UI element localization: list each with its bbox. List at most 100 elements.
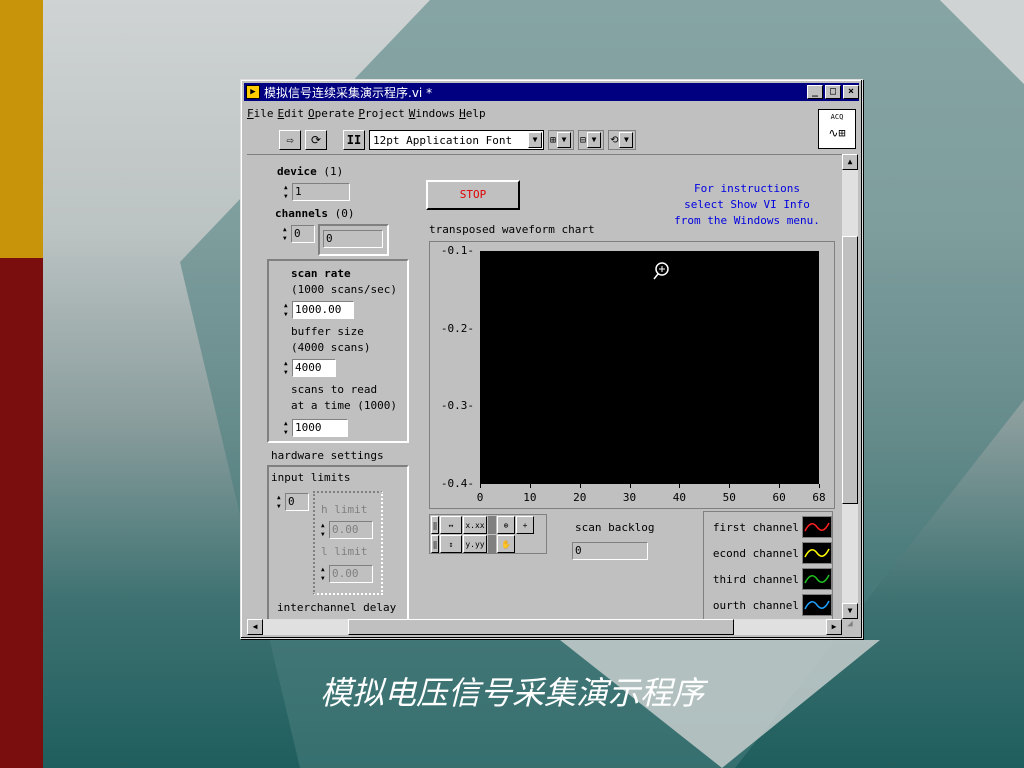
minimize-button[interactable]: _	[807, 85, 823, 99]
low-limit-input[interactable]: 0.00	[329, 565, 373, 583]
device-label: device (1)	[277, 165, 344, 178]
window-title: 模拟信号连续采集演示程序.vi *	[264, 85, 433, 100]
device-input[interactable]: 1	[292, 183, 350, 201]
zoom-cursor-icon	[653, 262, 669, 280]
instructions-text: For instructions select Show VI Info from …	[674, 182, 820, 227]
buffer-size-hint: (4000 scans)	[291, 341, 371, 354]
increment-decrement-icon[interactable]: ▲ ▼	[284, 359, 292, 377]
channels-index-control[interactable]: ▲ ▼ 0	[283, 225, 315, 243]
low-limit-control[interactable]: ▲ ▼ 0.00	[321, 565, 373, 583]
device-control[interactable]: ▲ ▼ 1	[284, 183, 350, 201]
increment-decrement-icon[interactable]: ▲ ▼	[284, 419, 292, 437]
reorder-icon: ⟲	[610, 134, 619, 146]
scan-rate-input[interactable]: 1000.00	[292, 301, 354, 319]
scroll-right-icon[interactable]: ▶	[826, 619, 842, 635]
increment-decrement-icon[interactable]: ▲ ▼	[284, 301, 292, 319]
menu-bar: File Edit Operate Project Windows Help	[247, 107, 486, 123]
vertical-scroll-thumb[interactable]	[842, 236, 858, 504]
labview-vi-icon: ▶	[246, 85, 260, 99]
x-scale-lock-icon[interactable]: ‖	[431, 516, 439, 534]
vi-icon-label: ACQ	[830, 113, 844, 121]
buffer-size-input[interactable]: 4000	[292, 359, 336, 377]
increment-decrement-icon[interactable]: ▲ ▼	[283, 225, 291, 243]
title-bar[interactable]: ▶ 模拟信号连续采集演示程序.vi * _ □ ×	[244, 83, 859, 101]
menu-project[interactable]: Project	[358, 107, 404, 123]
x-tick-mark	[629, 484, 631, 488]
x-tick-label: 20	[573, 491, 587, 504]
pan-hand-icon[interactable]: ✋	[497, 535, 515, 553]
high-limit-input[interactable]: 0.00	[329, 521, 373, 539]
palette-divider	[488, 516, 496, 534]
increment-decrement-icon[interactable]: ▲ ▼	[277, 493, 285, 511]
menu-operate[interactable]: Operate	[308, 107, 354, 123]
vi-connector-icon[interactable]: ACQ ∿⊞	[818, 109, 856, 149]
stop-button[interactable]: STOP	[426, 180, 520, 210]
run-arrow-icon[interactable]: ⇨	[279, 130, 301, 150]
menu-edit[interactable]: Edit	[278, 107, 305, 123]
legend-entry[interactable]: econd channel	[704, 540, 832, 566]
high-limit-control[interactable]: ▲ ▼ 0.00	[321, 521, 373, 539]
align-objects-dropdown[interactable]: ⊞ ▼	[548, 130, 575, 150]
input-limits-index[interactable]: ▲ ▼ 0	[277, 493, 309, 511]
y-scale-lock-icon[interactable]: ‖	[431, 535, 439, 553]
scans-to-read-control[interactable]: ▲ ▼ 1000	[284, 419, 348, 437]
y-tick-label: -0.2-	[440, 321, 474, 335]
resize-grip-icon[interactable]: ◢	[842, 619, 858, 635]
increment-decrement-icon[interactable]: ▲ ▼	[321, 565, 329, 583]
y-format-icon[interactable]: y.yy	[463, 535, 487, 553]
scroll-up-icon[interactable]: ▲	[842, 154, 858, 170]
y-tick-label: -0.3-	[440, 399, 474, 413]
x-tick-mark	[480, 484, 481, 488]
scans-to-read-input[interactable]: 1000	[292, 419, 348, 437]
distribute-objects-dropdown[interactable]: ⊟ ▼	[578, 130, 605, 150]
legend-line-sample	[802, 516, 832, 538]
input-limits-index-input[interactable]: 0	[285, 493, 309, 511]
buffer-size-control[interactable]: ▲ ▼ 4000	[284, 359, 336, 377]
legend-entry[interactable]: ourth channel	[704, 592, 832, 618]
legend-line-sample	[802, 542, 832, 564]
palette-empty	[516, 535, 534, 553]
scan-rate-label: scan rate	[291, 267, 351, 280]
low-limit-label: l limit	[321, 545, 368, 558]
scan-rate-control[interactable]: ▲ ▼ 1000.00	[284, 301, 354, 319]
close-button[interactable]: ×	[843, 85, 859, 99]
menu-windows[interactable]: Windows	[409, 107, 455, 123]
chevron-down-icon: ▼	[619, 132, 634, 148]
y-autoscale-icon[interactable]: ↕	[440, 535, 462, 553]
maximize-button[interactable]: □	[825, 85, 841, 99]
continuous-run-icon[interactable]: ⟳	[305, 130, 327, 150]
plot-area[interactable]	[480, 251, 819, 484]
legend-entry[interactable]: first channel	[704, 514, 832, 540]
reorder-dropdown[interactable]: ⟲ ▼	[608, 130, 637, 150]
x-tick-mark	[819, 484, 820, 488]
channels-input[interactable]: 0	[323, 230, 383, 248]
front-panel: device (1) ▲ ▼ 1 channels (0) ▲ ▼ 0 0 scan…	[247, 154, 842, 619]
increment-decrement-icon[interactable]: ▲ ▼	[284, 183, 292, 201]
pause-button[interactable]: II	[343, 130, 365, 150]
scroll-down-icon[interactable]: ▼	[842, 603, 858, 619]
chevron-down-icon: ▼	[528, 132, 542, 148]
x-format-icon[interactable]: x.xx	[463, 516, 487, 534]
font-select-value: 12pt Application Font	[373, 133, 513, 147]
chevron-down-icon: ▼	[587, 132, 602, 148]
scan-backlog-indicator: 0	[572, 542, 648, 560]
increment-decrement-icon[interactable]: ▲ ▼	[321, 521, 329, 539]
zoom-icon[interactable]: ⊕	[497, 516, 515, 534]
x-tick-mark	[729, 484, 731, 488]
menu-file[interactable]: File	[247, 107, 274, 123]
channels-index-input[interactable]: 0	[291, 225, 315, 243]
horizontal-scroll-thumb[interactable]	[348, 619, 734, 635]
legend-entry[interactable]: third channel	[704, 566, 832, 592]
x-tick-label: 0	[476, 491, 484, 504]
font-select[interactable]: 12pt Application Font ▼	[369, 130, 544, 150]
vertical-scrollbar[interactable]: ▲ ▼	[842, 154, 858, 619]
waveform-icon: ∿⊞	[828, 126, 846, 140]
horizontal-scrollbar[interactable]: ◀ ▶	[247, 619, 842, 635]
menu-help[interactable]: Help	[459, 107, 486, 123]
scroll-left-icon[interactable]: ◀	[247, 619, 263, 635]
x-autoscale-icon[interactable]: ↔	[440, 516, 462, 534]
y-tick-label: -0.1-	[440, 244, 474, 257]
crosshair-icon[interactable]: +	[516, 516, 534, 534]
high-limit-label: h limit	[321, 503, 368, 516]
scan-backlog-label: scan backlog	[575, 521, 655, 534]
